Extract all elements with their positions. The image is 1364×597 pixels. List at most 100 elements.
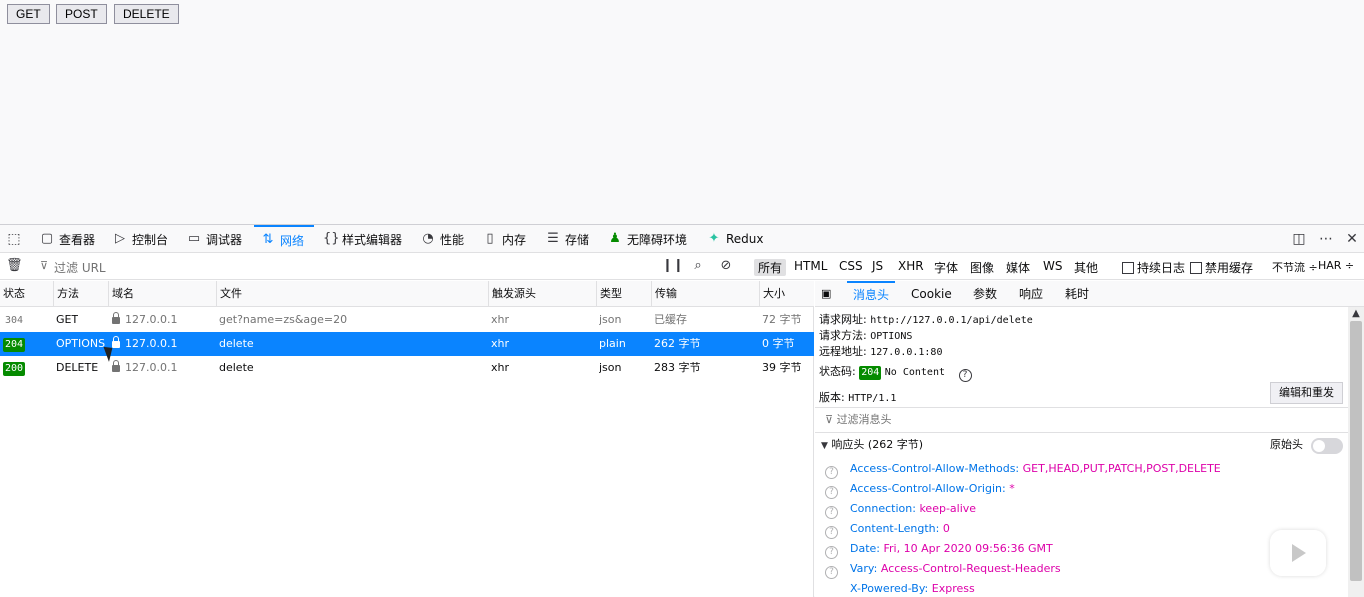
- filter-js[interactable]: JS: [872, 259, 883, 273]
- filter-other[interactable]: 其他: [1074, 259, 1098, 276]
- tab-storage[interactable]: ☰ 存储: [546, 225, 589, 253]
- help-icon[interactable]: ?: [825, 526, 838, 539]
- column-status[interactable]: 状态: [0, 281, 53, 307]
- tab-memory[interactable]: ▯ 内存: [483, 225, 526, 253]
- tab-params[interactable]: 参数: [973, 281, 997, 307]
- post-button[interactable]: POST: [56, 4, 107, 24]
- tab-debugger[interactable]: ▭ 调试器: [187, 225, 242, 253]
- help-icon[interactable]: ?: [825, 546, 838, 559]
- block-icon[interactable]: ⊘: [718, 258, 734, 274]
- raw-headers-label: 原始头: [1270, 438, 1303, 451]
- header-row: ? Access-Control-Allow-Origin: *: [825, 479, 1015, 499]
- status-badge: 200: [3, 362, 26, 376]
- tab-timings[interactable]: 耗时: [1065, 281, 1089, 307]
- tab-headers[interactable]: 消息头: [847, 281, 896, 307]
- request-method-row: 请求方法: OPTIONS: [819, 329, 913, 342]
- tab-response[interactable]: 响应: [1019, 281, 1043, 307]
- request-row[interactable]: 304 GET 127.0.0.1 get?name=zs&age=20 xhr…: [0, 308, 814, 332]
- request-domain: 127.0.0.1: [125, 313, 178, 326]
- filter-images[interactable]: 图像: [970, 259, 994, 276]
- header-row: ? Date: Fri, 10 Apr 2020 09:56:36 GMT: [825, 539, 1053, 559]
- close-icon[interactable]: ✕: [1344, 231, 1360, 247]
- request-type: json: [599, 313, 622, 326]
- column-type[interactable]: 类型: [596, 281, 651, 307]
- play-icon: [1292, 544, 1306, 562]
- request-domain: 127.0.0.1: [125, 361, 178, 374]
- column-size[interactable]: 大小: [759, 281, 814, 307]
- column-cause[interactable]: 触发源头: [488, 281, 596, 307]
- request-method: OPTIONS: [56, 337, 106, 350]
- pause-icon[interactable]: ❙❙: [662, 258, 684, 274]
- tab-network[interactable]: ⇅ 网络: [254, 225, 314, 253]
- storage-icon: ☰: [547, 231, 559, 246]
- help-icon[interactable]: ?: [958, 369, 972, 382]
- tab-accessibility[interactable]: ♟ 无障碍环境: [608, 225, 687, 253]
- tab-performance[interactable]: ◔ 性能: [421, 225, 464, 253]
- help-icon[interactable]: ?: [825, 506, 838, 519]
- tab-cookie[interactable]: Cookie: [911, 281, 952, 307]
- performance-icon: ◔: [422, 231, 434, 246]
- filter-ws[interactable]: WS: [1043, 259, 1062, 273]
- lock-icon: [112, 336, 120, 348]
- help-icon[interactable]: ?: [825, 486, 838, 499]
- request-method: DELETE: [56, 361, 99, 374]
- request-method: GET: [56, 313, 79, 326]
- filter-headers-input[interactable]: ⊽ 过滤消息头: [815, 407, 1364, 433]
- details-scrollbar[interactable]: ▲: [1348, 307, 1364, 597]
- remote-address: 127.0.0.1:80: [870, 347, 943, 358]
- filter-fonts[interactable]: 字体: [934, 259, 958, 276]
- request-size: 0 字节: [762, 337, 795, 350]
- debugger-icon: ▭: [187, 231, 201, 246]
- tab-inspector[interactable]: ▢ 查看器: [40, 225, 95, 253]
- request-domain: 127.0.0.1: [125, 337, 178, 350]
- video-play-button[interactable]: [1270, 530, 1326, 576]
- persist-log-checkbox[interactable]: 持续日志: [1122, 259, 1185, 276]
- filter-icon: ⊽: [825, 413, 837, 426]
- search-icon[interactable]: ⌕: [690, 258, 706, 274]
- help-icon[interactable]: ?: [825, 566, 838, 579]
- tab-style-editor[interactable]: {} 样式编辑器: [323, 225, 402, 253]
- url-filter-input[interactable]: 过滤 URL: [54, 259, 106, 276]
- more-options-icon[interactable]: ⋯: [1318, 231, 1334, 247]
- tab-console[interactable]: ▷ 控制台: [113, 225, 168, 253]
- filter-xhr[interactable]: XHR: [898, 259, 924, 273]
- raw-headers-toggle[interactable]: [1311, 438, 1343, 454]
- filter-html[interactable]: HTML: [794, 259, 827, 273]
- status-text: No Content: [884, 367, 945, 378]
- dock-side-icon[interactable]: ◫: [1291, 231, 1307, 247]
- toggle-panel-icon[interactable]: ▣: [821, 281, 831, 307]
- status-code-row: 状态码: 204 No Content ?: [819, 363, 984, 382]
- request-file: delete: [219, 361, 254, 374]
- request-list: 状态 方法 域名 文件 触发源头 类型 传输 大小 304 GET 127.0.…: [0, 281, 814, 597]
- delete-button[interactable]: DELETE: [114, 4, 179, 24]
- scrollbar-thumb[interactable]: [1350, 321, 1362, 581]
- request-url-row: 请求网址: http://127.0.0.1/api/delete: [819, 313, 1033, 326]
- filter-css[interactable]: CSS: [839, 259, 863, 273]
- remote-address-row: 远程地址: 127.0.0.1:80: [819, 345, 943, 358]
- request-row[interactable]: 200 DELETE 127.0.0.1 delete xhr json 283…: [0, 356, 814, 380]
- throttle-select[interactable]: 不节流 ÷: [1272, 259, 1318, 275]
- tab-redux[interactable]: ✦ Redux: [707, 225, 764, 253]
- filter-all[interactable]: 所有: [754, 259, 787, 276]
- element-picker-icon[interactable]: ⬚: [6, 231, 22, 247]
- get-button[interactable]: GET: [7, 4, 50, 24]
- response-headers-section[interactable]: ▼ 响应头 (262 字节) 原始头: [815, 433, 1349, 457]
- devtools-panel: ⬚ ▢ 查看器 ▷ 控制台 ▭ 调试器 ⇅ 网络 {} 样式编辑器 ◔ 性能 ▯ 内存 ☰ 存储…: [0, 224, 1364, 597]
- help-icon[interactable]: ?: [825, 466, 838, 479]
- request-transferred: 262 字节: [654, 337, 701, 350]
- column-domain[interactable]: 域名: [108, 281, 216, 307]
- column-method[interactable]: 方法: [53, 281, 108, 307]
- request-method-value: OPTIONS: [870, 331, 913, 342]
- column-file[interactable]: 文件: [216, 281, 488, 307]
- disable-cache-checkbox[interactable]: 禁用缓存: [1190, 259, 1253, 276]
- filter-media[interactable]: 媒体: [1006, 259, 1030, 276]
- column-transferred[interactable]: 传输: [651, 281, 759, 307]
- edit-and-resend-button[interactable]: 编辑和重发: [1270, 382, 1343, 404]
- network-filter-bar: 🗑 ⊽ 过滤 URL ❙❙ ⌕ ⊘ 所有 HTML CSS JS XHR 字体 …: [0, 254, 1364, 280]
- request-row[interactable]: 204 OPTIONS 127.0.0.1 delete xhr plain 2…: [0, 332, 814, 356]
- network-icon: ⇅: [262, 232, 274, 247]
- request-type: plain: [599, 337, 626, 350]
- trash-icon[interactable]: 🗑: [6, 258, 23, 274]
- har-menu[interactable]: HAR ÷: [1318, 259, 1354, 272]
- scroll-up-icon[interactable]: ▲: [1350, 309, 1362, 319]
